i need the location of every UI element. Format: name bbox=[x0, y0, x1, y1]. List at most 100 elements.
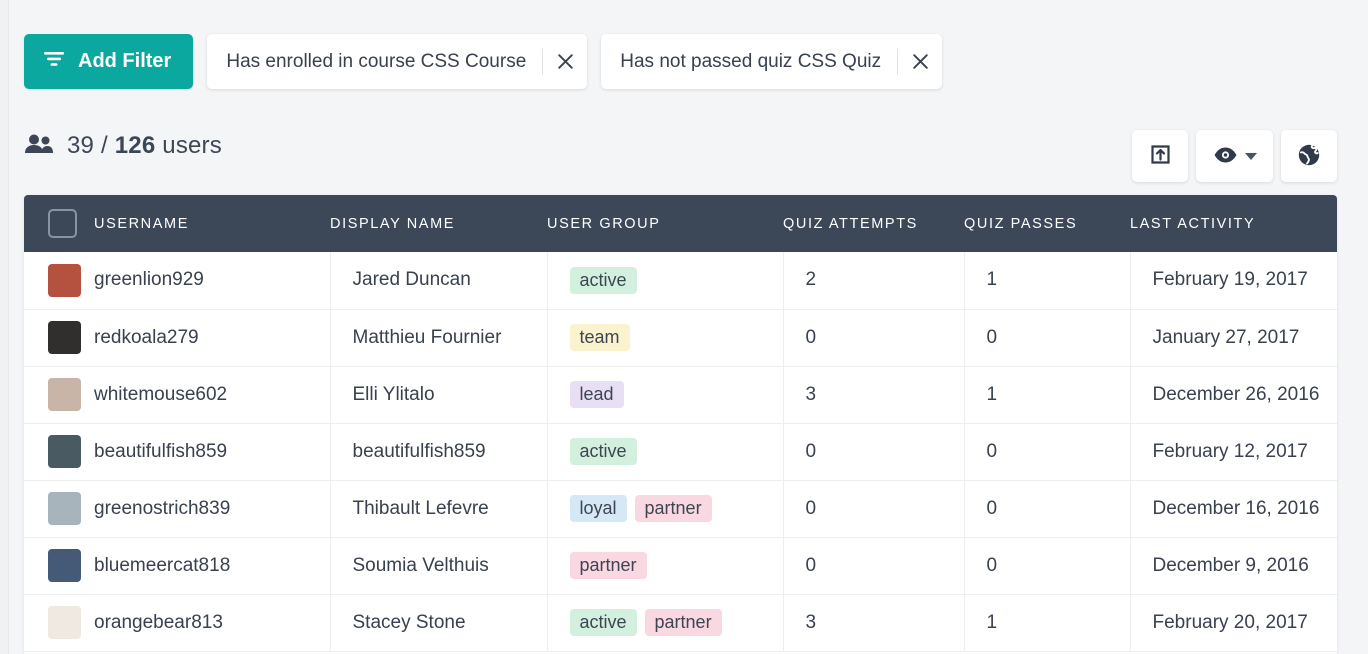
tag-list: team bbox=[569, 324, 783, 351]
cell-display-name: Elli Ylitalo bbox=[330, 366, 548, 424]
filter-chip-course[interactable]: Has enrolled in course CSS Course bbox=[207, 34, 588, 89]
row-avatar-cell bbox=[24, 423, 94, 481]
globe-button[interactable] bbox=[1281, 130, 1337, 182]
cell-display-name: beautifulfish859 bbox=[330, 423, 548, 481]
cell-quiz-passes: 0 bbox=[964, 423, 1131, 481]
column-header-display-name[interactable]: DISPLAY NAME bbox=[330, 195, 547, 252]
table-body: greenlion929 Jared Duncan active 2 1 February… bbox=[24, 252, 1337, 652]
group-tag[interactable]: partner bbox=[569, 552, 647, 579]
cell-quiz-passes: 1 bbox=[964, 252, 1131, 310]
cell-last-activity: December 9, 2016 bbox=[1130, 537, 1337, 595]
row-avatar-cell bbox=[24, 594, 94, 652]
username-text: redkoala279 bbox=[94, 326, 199, 348]
avatar bbox=[48, 492, 81, 525]
avatar bbox=[48, 263, 81, 297]
tag-list: partner bbox=[569, 552, 783, 579]
table-row[interactable]: orangebear813 Stacey Stone active partner 3 1… bbox=[24, 594, 1337, 652]
table-row[interactable]: whitemouse602 Elli Ylitalo lead 3 1 December … bbox=[24, 366, 1337, 424]
cell-quiz-attempts: 3 bbox=[783, 366, 965, 424]
group-tag[interactable]: partner bbox=[644, 609, 722, 636]
avatar bbox=[48, 606, 81, 639]
visibility-button[interactable] bbox=[1196, 130, 1273, 182]
username-text: greenlion929 bbox=[94, 269, 204, 291]
group-tag[interactable]: loyal bbox=[569, 495, 627, 522]
cell-display-name: Jared Duncan bbox=[330, 252, 548, 310]
group-tag[interactable]: active bbox=[569, 266, 637, 294]
group-tag[interactable]: lead bbox=[569, 381, 624, 408]
select-all-cell bbox=[24, 195, 94, 252]
avatar bbox=[48, 378, 81, 411]
username-text: beautifulfish859 bbox=[94, 440, 228, 462]
tag-list: active bbox=[569, 438, 783, 465]
table-row[interactable]: greenostrich839 Thibault Lefevre loyal part… bbox=[24, 480, 1337, 538]
add-filter-button[interactable]: Add Filter bbox=[24, 34, 194, 89]
avatar bbox=[48, 321, 81, 354]
table-actions bbox=[1132, 130, 1337, 182]
filter-chip-quiz[interactable]: Has not passed quiz CSS Quiz bbox=[601, 34, 943, 89]
close-icon[interactable] bbox=[543, 34, 587, 89]
eye-icon bbox=[1213, 146, 1238, 167]
page-scrollbar[interactable] bbox=[0, 0, 9, 654]
avatar bbox=[48, 549, 81, 582]
column-header-quiz-attempts[interactable]: QUIZ ATTEMPTS bbox=[783, 195, 964, 252]
cell-last-activity: February 12, 2017 bbox=[1130, 423, 1337, 481]
cell-username[interactable]: greenostrich839 bbox=[94, 480, 331, 538]
table-header-row: USERNAME DISPLAY NAME USER GROUP QUIZ AT… bbox=[24, 195, 1337, 252]
count-separator: / bbox=[100, 132, 108, 159]
add-filter-label: Add Filter bbox=[78, 50, 172, 72]
filter-toolbar: Add Filter Has enrolled in course CSS Co… bbox=[24, 34, 943, 89]
table-row[interactable]: greenlion929 Jared Duncan active 2 1 February… bbox=[24, 252, 1337, 310]
cell-quiz-passes: 1 bbox=[964, 594, 1131, 652]
cell-user-group: team bbox=[547, 309, 784, 367]
cell-user-group: lead bbox=[547, 366, 784, 424]
cell-username[interactable]: redkoala279 bbox=[94, 309, 331, 367]
cell-quiz-attempts: 3 bbox=[783, 594, 965, 652]
username-text: orangebear813 bbox=[94, 611, 223, 633]
cell-display-name: Stacey Stone bbox=[330, 594, 548, 652]
cell-user-group: partner bbox=[547, 537, 784, 595]
column-header-last-activity[interactable]: LAST ACTIVITY bbox=[1130, 195, 1337, 252]
users-icon bbox=[24, 133, 54, 160]
user-count-text: 39 / 126 users bbox=[67, 132, 222, 160]
cell-quiz-passes: 0 bbox=[964, 480, 1131, 538]
count-shown: 39 bbox=[67, 132, 95, 159]
count-total: 126 bbox=[114, 132, 156, 159]
table-row[interactable]: redkoala279 Matthieu Fournier team 0 0 Januar… bbox=[24, 309, 1337, 367]
group-tag[interactable]: partner bbox=[634, 495, 712, 522]
cell-username[interactable]: whitemouse602 bbox=[94, 366, 331, 424]
tag-list: active bbox=[569, 266, 783, 294]
export-button[interactable] bbox=[1132, 130, 1188, 182]
filter-chip-label: Has not passed quiz CSS Quiz bbox=[620, 50, 882, 72]
chevron-down-icon bbox=[1244, 152, 1257, 160]
username-text: whitemouse602 bbox=[94, 383, 228, 405]
group-tag[interactable]: active bbox=[569, 609, 637, 636]
cell-display-name: Matthieu Fournier bbox=[330, 309, 548, 367]
row-avatar-cell bbox=[24, 480, 94, 538]
cell-quiz-attempts: 0 bbox=[783, 537, 965, 595]
user-count-summary: 39 / 126 users bbox=[24, 132, 222, 160]
cell-user-group: active bbox=[547, 252, 784, 310]
cell-username[interactable]: greenlion929 bbox=[94, 252, 331, 310]
group-tag[interactable]: team bbox=[569, 324, 630, 351]
table-row[interactable]: beautifulfish859 beautifulfish859 active 0 0… bbox=[24, 423, 1337, 481]
cell-username[interactable]: orangebear813 bbox=[94, 594, 331, 652]
close-icon[interactable] bbox=[898, 34, 942, 89]
filter-chip-label: Has enrolled in course CSS Course bbox=[226, 50, 527, 72]
column-header-username[interactable]: USERNAME bbox=[94, 195, 330, 252]
column-header-user-group[interactable]: USER GROUP bbox=[547, 195, 783, 252]
users-table-container: USERNAME DISPLAY NAME USER GROUP QUIZ AT… bbox=[24, 195, 1337, 654]
row-avatar-cell bbox=[24, 252, 94, 310]
cell-last-activity: February 20, 2017 bbox=[1130, 594, 1337, 652]
cell-display-name: Soumia Velthuis bbox=[330, 537, 548, 595]
group-tag[interactable]: active bbox=[569, 438, 637, 465]
tag-list: lead bbox=[569, 381, 783, 408]
table-row[interactable]: bluemeercat818 Soumia Velthuis partner 0 0 De… bbox=[24, 537, 1337, 595]
select-all-checkbox[interactable] bbox=[48, 209, 77, 238]
column-header-quiz-passes[interactable]: QUIZ PASSES bbox=[964, 195, 1130, 252]
count-unit: users bbox=[162, 132, 222, 159]
cell-user-group: active partner bbox=[547, 594, 784, 652]
cell-last-activity: January 27, 2017 bbox=[1130, 309, 1337, 367]
filter-icon bbox=[42, 49, 66, 75]
cell-username[interactable]: beautifulfish859 bbox=[94, 423, 331, 481]
cell-username[interactable]: bluemeercat818 bbox=[94, 537, 331, 595]
